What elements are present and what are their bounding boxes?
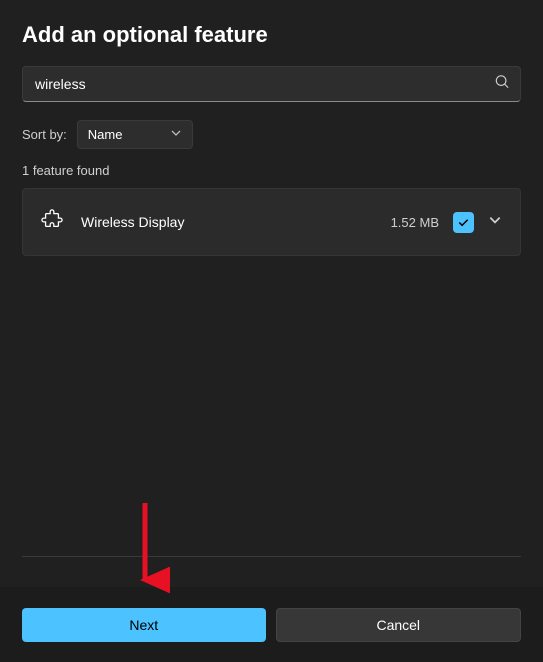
feature-checkbox[interactable] [453,212,474,233]
feature-name: Wireless Display [81,214,391,230]
expand-chevron-icon[interactable] [488,213,502,232]
divider [22,556,521,557]
arrow-annotation [130,498,170,598]
next-button[interactable]: Next [22,608,266,642]
sort-label: Sort by: [22,127,67,142]
search-input[interactable] [22,66,521,102]
dialog-title: Add an optional feature [22,22,521,48]
sort-select[interactable]: Name [77,120,193,149]
search-container [22,66,521,102]
results-count: 1 feature found [22,163,521,178]
sort-selected-value: Name [88,127,123,142]
cancel-button[interactable]: Cancel [276,608,522,642]
dialog-footer: Next Cancel [0,587,543,662]
feature-size: 1.52 MB [391,215,439,230]
checkmark-icon [457,216,470,229]
feature-item[interactable]: Wireless Display 1.52 MB [22,188,521,256]
chevron-down-icon [170,127,182,142]
puzzle-icon [41,209,63,236]
